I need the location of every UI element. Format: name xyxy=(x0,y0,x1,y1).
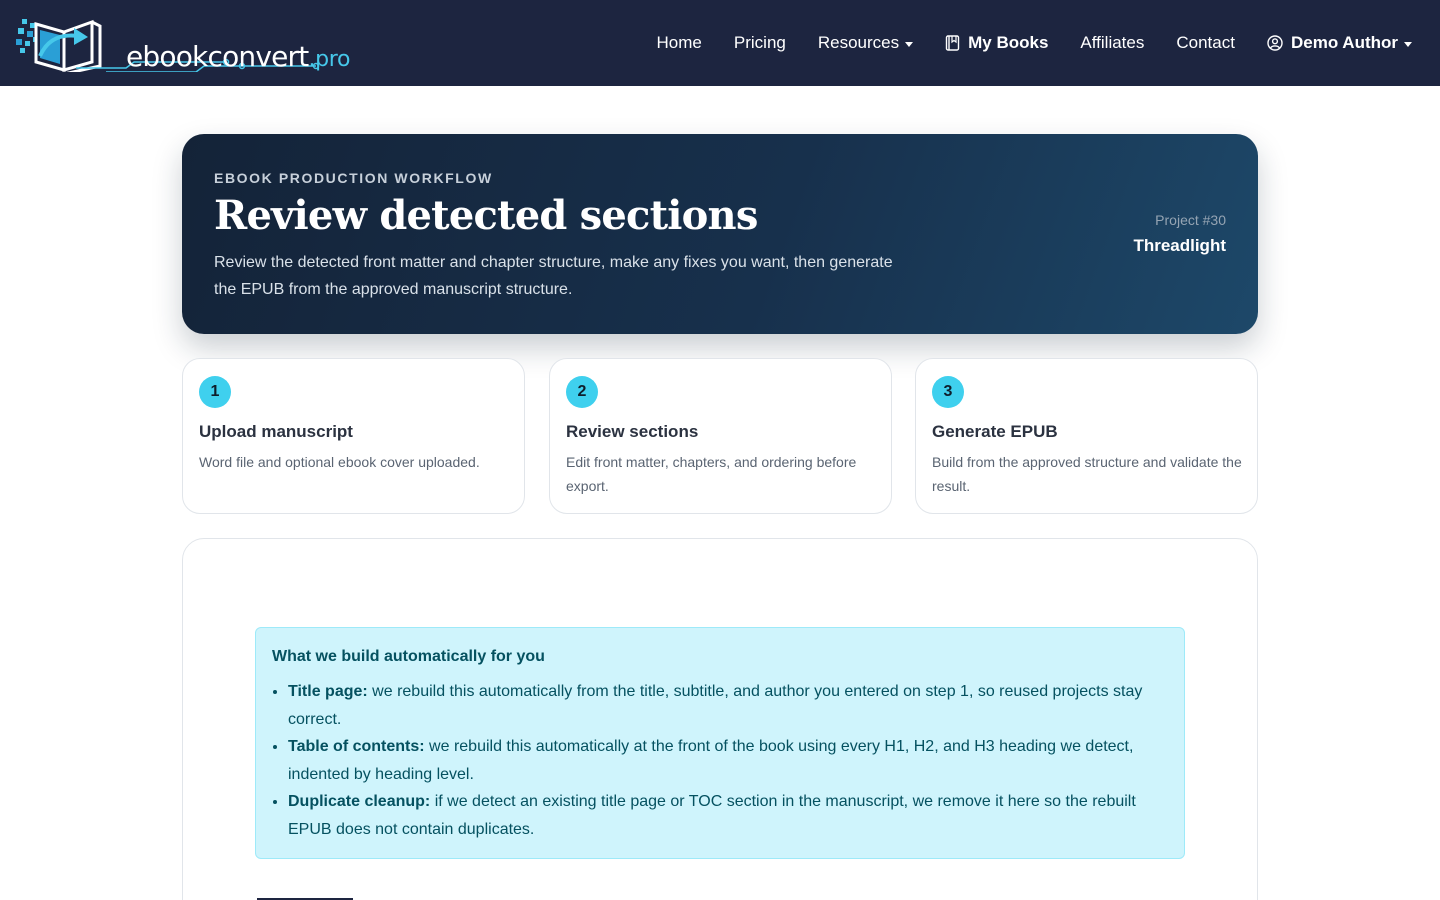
info-text: we rebuild this automatically from the t… xyxy=(288,683,1143,728)
auto-build-info-alert: What we build automatically for you Titl… xyxy=(255,627,1185,859)
nav-my-books-label: My Books xyxy=(968,33,1049,52)
brand-name-suffix: .pro xyxy=(308,47,351,72)
list-item: Title page: we rebuild this automaticall… xyxy=(288,678,1178,733)
list-item: Duplicate cleanup: if we detect an exist… xyxy=(288,788,1178,843)
caret-down-icon xyxy=(1404,41,1412,47)
book-icon xyxy=(945,35,960,51)
brand-name: ebookconvert.pro xyxy=(126,40,351,73)
nav-contact[interactable]: Contact xyxy=(1176,33,1235,53)
step-card-generate: 3 Generate EPUB Build from the approved … xyxy=(915,358,1258,514)
brand-logo[interactable]: ebookconvert.pro xyxy=(16,16,351,73)
account-name: Demo Author xyxy=(1290,33,1398,52)
user-circle-icon xyxy=(1267,35,1283,51)
sections-review-card: What we build automatically for you Titl… xyxy=(182,538,1258,900)
workflow-hero: EBOOK PRODUCTION WORKFLOW Review detecte… xyxy=(182,134,1258,334)
nav-contact-label: Contact xyxy=(1176,33,1235,52)
step-card-upload: 1 Upload manuscript Word file and option… xyxy=(182,358,525,514)
top-navbar: ebookconvert.pro Home Pricing Resources … xyxy=(0,0,1440,86)
nav-home[interactable]: Home xyxy=(657,33,702,53)
brand-name-main: ebookconvert xyxy=(126,40,309,73)
nav-pricing[interactable]: Pricing xyxy=(734,33,786,53)
step-number-badge: 2 xyxy=(566,376,598,408)
hero-description: Review the detected front matter and cha… xyxy=(214,254,893,298)
step-title: Review sections xyxy=(566,422,699,441)
step-description: Word file and optional ebook cover uploa… xyxy=(199,454,480,470)
info-term: Table of contents: xyxy=(288,738,425,755)
step-description: Build from the approved structure and va… xyxy=(932,454,1242,494)
step-title: Generate EPUB xyxy=(932,422,1058,441)
nav-links: Home Pricing Resources My Books Affiliat… xyxy=(625,0,1412,86)
nav-home-label: Home xyxy=(656,33,702,52)
project-number: Project #30 xyxy=(1155,212,1226,228)
nav-affiliates-label: Affiliates xyxy=(1080,33,1145,52)
page-title: Review detected sections xyxy=(214,192,758,239)
info-term: Title page: xyxy=(288,683,368,700)
step-description: Edit front matter, chapters, and orderin… xyxy=(566,454,857,494)
list-item: Table of contents: we rebuild this autom… xyxy=(288,733,1178,788)
info-list: Title page: we rebuild this automaticall… xyxy=(288,678,1178,843)
info-title: What we build automatically for you xyxy=(272,648,545,665)
nav-my-books[interactable]: My Books xyxy=(945,33,1048,53)
nav-resources-label: Resources xyxy=(817,33,900,52)
step-title: Upload manuscript xyxy=(199,422,353,441)
nav-pricing-label: Pricing xyxy=(733,33,786,52)
step-card-review: 2 Review sections Edit front matter, cha… xyxy=(549,358,892,514)
step-number-badge: 1 xyxy=(199,376,231,408)
info-term: Duplicate cleanup: xyxy=(288,793,431,810)
step-number-badge: 3 xyxy=(932,376,964,408)
account-menu-dropdown[interactable]: Demo Author xyxy=(1267,33,1412,53)
hero-eyebrow: EBOOK PRODUCTION WORKFLOW xyxy=(214,170,493,186)
caret-down-icon xyxy=(905,41,914,47)
project-name: Threadlight xyxy=(1133,236,1226,255)
nav-resources-dropdown[interactable]: Resources xyxy=(817,33,914,53)
nav-affiliates[interactable]: Affiliates xyxy=(1080,33,1144,53)
